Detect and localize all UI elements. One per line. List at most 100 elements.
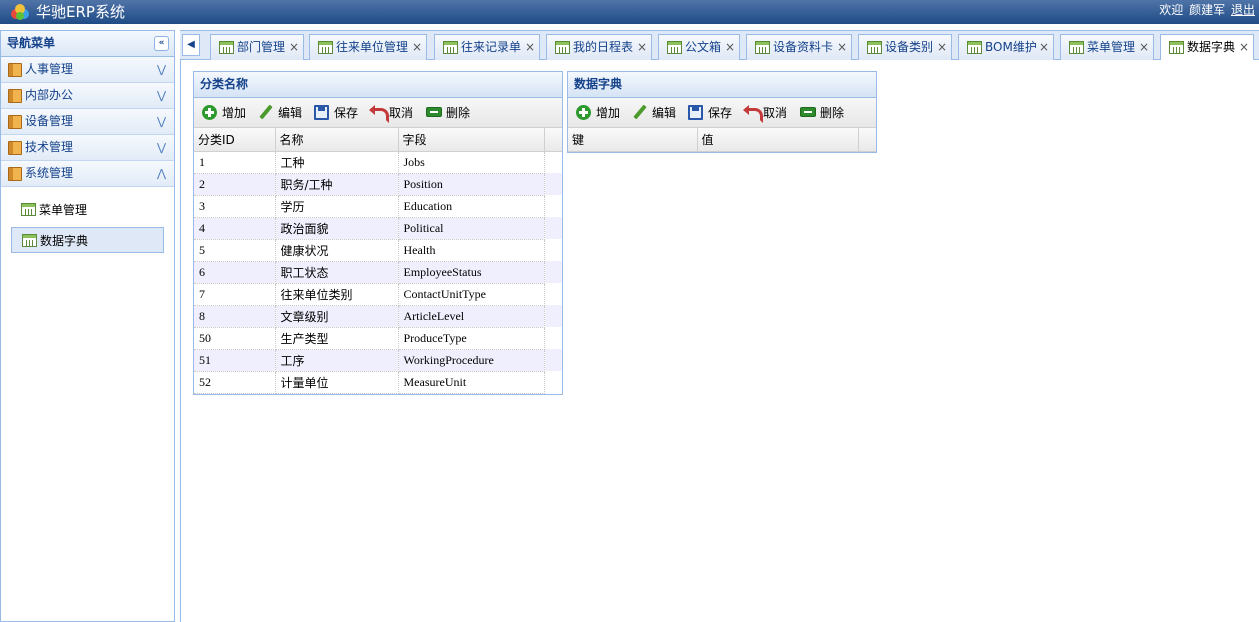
button-label: 保存 bbox=[708, 106, 733, 120]
tab-contact-record[interactable]: 往来记录单 × bbox=[434, 34, 540, 60]
close-icon[interactable]: × bbox=[289, 35, 299, 59]
tab-department[interactable]: 部门管理 × bbox=[210, 34, 304, 60]
column-header-id[interactable]: 分类ID bbox=[194, 128, 276, 152]
column-header-name[interactable]: 名称 bbox=[275, 128, 399, 152]
cell-name: 职务/工种 bbox=[275, 173, 399, 196]
save-button[interactable]: 保存 bbox=[688, 104, 732, 122]
button-label: 编辑 bbox=[652, 106, 677, 120]
button-label: 保存 bbox=[334, 106, 359, 120]
save-button[interactable]: 保存 bbox=[314, 104, 358, 122]
folder-icon bbox=[8, 141, 22, 155]
close-icon[interactable]: × bbox=[1139, 35, 1149, 59]
table-row[interactable]: 3 学历 Education bbox=[194, 195, 562, 218]
table-row[interactable]: 6 职工状态 EmployeeStatus bbox=[194, 261, 562, 284]
close-icon[interactable]: × bbox=[1039, 35, 1049, 59]
collapse-nav-button[interactable]: « bbox=[154, 36, 169, 51]
cell-id: 2 bbox=[194, 173, 276, 196]
close-icon[interactable]: × bbox=[412, 35, 422, 59]
cell-name: 健康状况 bbox=[275, 239, 399, 262]
button-label: 删除 bbox=[820, 106, 845, 120]
nav-section-system[interactable]: 系统管理 ⋀ bbox=[1, 161, 174, 187]
row-filler bbox=[544, 349, 562, 371]
main-content: 分类名称 增加 编辑 保存 取消 删除 分类ID 名称 字段 1 工种 Jobs… bbox=[180, 60, 1259, 622]
chevron-down-icon: ⋁ bbox=[156, 141, 166, 154]
cell-field: ProduceType bbox=[398, 327, 545, 350]
edit-button[interactable]: 编辑 bbox=[258, 104, 302, 122]
column-header-field[interactable]: 字段 bbox=[398, 128, 545, 152]
table-row[interactable]: 4 政治面貌 Political bbox=[194, 217, 562, 240]
edit-button[interactable]: 编辑 bbox=[632, 104, 676, 122]
cell-name: 计量单位 bbox=[275, 371, 399, 394]
cell-id: 52 bbox=[194, 371, 276, 394]
table-row[interactable]: 50 生产类型 ProduceType bbox=[194, 327, 562, 350]
cell-field: Position bbox=[398, 173, 545, 196]
nav-section-tech[interactable]: 技术管理 ⋁ bbox=[1, 135, 174, 161]
table-icon bbox=[1169, 41, 1184, 54]
folder-icon bbox=[8, 167, 22, 181]
table-row[interactable]: 51 工序 WorkingProcedure bbox=[194, 349, 562, 372]
close-icon[interactable]: × bbox=[525, 35, 535, 59]
close-icon[interactable]: × bbox=[837, 35, 847, 59]
table-icon bbox=[22, 234, 37, 247]
tab-my-schedule[interactable]: 我的日程表 × bbox=[546, 34, 652, 60]
nav-section-label: 系统管理 bbox=[25, 166, 74, 180]
folder-icon bbox=[8, 89, 22, 103]
tab-label: 设备资料卡 bbox=[773, 40, 834, 54]
tab-label: 我的日程表 bbox=[573, 40, 634, 54]
table-row[interactable]: 7 往来单位类别 ContactUnitType bbox=[194, 283, 562, 306]
nav-section-office[interactable]: 内部办公 ⋁ bbox=[1, 83, 174, 109]
tab-data-dictionary[interactable]: 数据字典 × bbox=[1160, 34, 1254, 61]
close-icon[interactable]: × bbox=[725, 35, 735, 59]
tab-label: 菜单管理 bbox=[1087, 40, 1136, 54]
cell-name: 工种 bbox=[275, 151, 399, 174]
table-icon bbox=[867, 41, 882, 54]
delete-button[interactable]: 删除 bbox=[426, 104, 470, 122]
column-header-key[interactable]: 键 bbox=[568, 128, 698, 152]
pencil-icon bbox=[632, 105, 647, 120]
cell-name: 工序 bbox=[275, 349, 399, 372]
logout-link[interactable]: 退出 bbox=[1231, 3, 1255, 17]
tab-contact-unit[interactable]: 往来单位管理 × bbox=[309, 34, 427, 60]
cell-field: EmployeeStatus bbox=[398, 261, 545, 284]
nav-item-menu-management[interactable]: 菜单管理 bbox=[11, 197, 164, 223]
button-label: 取消 bbox=[763, 106, 788, 120]
cell-name: 政治面貌 bbox=[275, 217, 399, 240]
add-button[interactable]: 增加 bbox=[576, 104, 620, 122]
user-info: 欢迎 颜建军 退出 bbox=[1157, 2, 1255, 18]
cell-name: 职工状态 bbox=[275, 261, 399, 284]
nav-section-hr[interactable]: 人事管理 ⋁ bbox=[1, 57, 174, 83]
nav-section-label: 技术管理 bbox=[25, 140, 74, 154]
nav-subitems: 菜单管理 数据字典 bbox=[1, 187, 174, 253]
table-row[interactable]: 8 文章级别 ArticleLevel bbox=[194, 305, 562, 328]
table-row[interactable]: 1 工种 Jobs bbox=[194, 151, 562, 174]
cancel-button[interactable]: 取消 bbox=[743, 104, 788, 123]
tab-label: 部门管理 bbox=[237, 40, 286, 54]
table-row[interactable]: 52 计量单位 MeasureUnit bbox=[194, 371, 562, 394]
nav-item-data-dictionary[interactable]: 数据字典 bbox=[11, 227, 164, 253]
tab-equipment-category[interactable]: 设备类别 × bbox=[858, 34, 952, 60]
chevron-down-icon: ⋁ bbox=[156, 63, 166, 76]
tab-equipment-card[interactable]: 设备资料卡 × bbox=[746, 34, 852, 60]
close-icon[interactable]: × bbox=[637, 35, 647, 59]
tab-menu-management[interactable]: 菜单管理 × bbox=[1060, 34, 1154, 60]
tab-label: 往来单位管理 bbox=[336, 40, 409, 54]
tab-label: 公文箱 bbox=[685, 40, 722, 54]
column-header-value[interactable]: 值 bbox=[697, 128, 859, 152]
delete-button[interactable]: 删除 bbox=[800, 104, 844, 122]
tab-scroll-left-button[interactable]: ◀ bbox=[182, 34, 200, 56]
tab-document-box[interactable]: 公文箱 × bbox=[658, 34, 740, 60]
close-icon[interactable]: × bbox=[937, 35, 947, 59]
add-button[interactable]: 增加 bbox=[202, 104, 246, 122]
cell-field: ContactUnitType bbox=[398, 283, 545, 306]
cell-field: MeasureUnit bbox=[398, 371, 545, 394]
row-filler bbox=[544, 283, 562, 305]
cell-field: Education bbox=[398, 195, 545, 218]
cell-name: 往来单位类别 bbox=[275, 283, 399, 306]
table-row[interactable]: 5 健康状况 Health bbox=[194, 239, 562, 262]
tab-bom[interactable]: BOM维护 × bbox=[958, 34, 1054, 60]
cancel-button[interactable]: 取消 bbox=[369, 104, 413, 123]
close-icon[interactable]: × bbox=[1239, 35, 1249, 59]
app-header: 华驰ERP系统 欢迎 颜建军 退出 bbox=[0, 0, 1259, 24]
table-row[interactable]: 2 职务/工种 Position bbox=[194, 173, 562, 196]
nav-section-equipment[interactable]: 设备管理 ⋁ bbox=[1, 109, 174, 135]
